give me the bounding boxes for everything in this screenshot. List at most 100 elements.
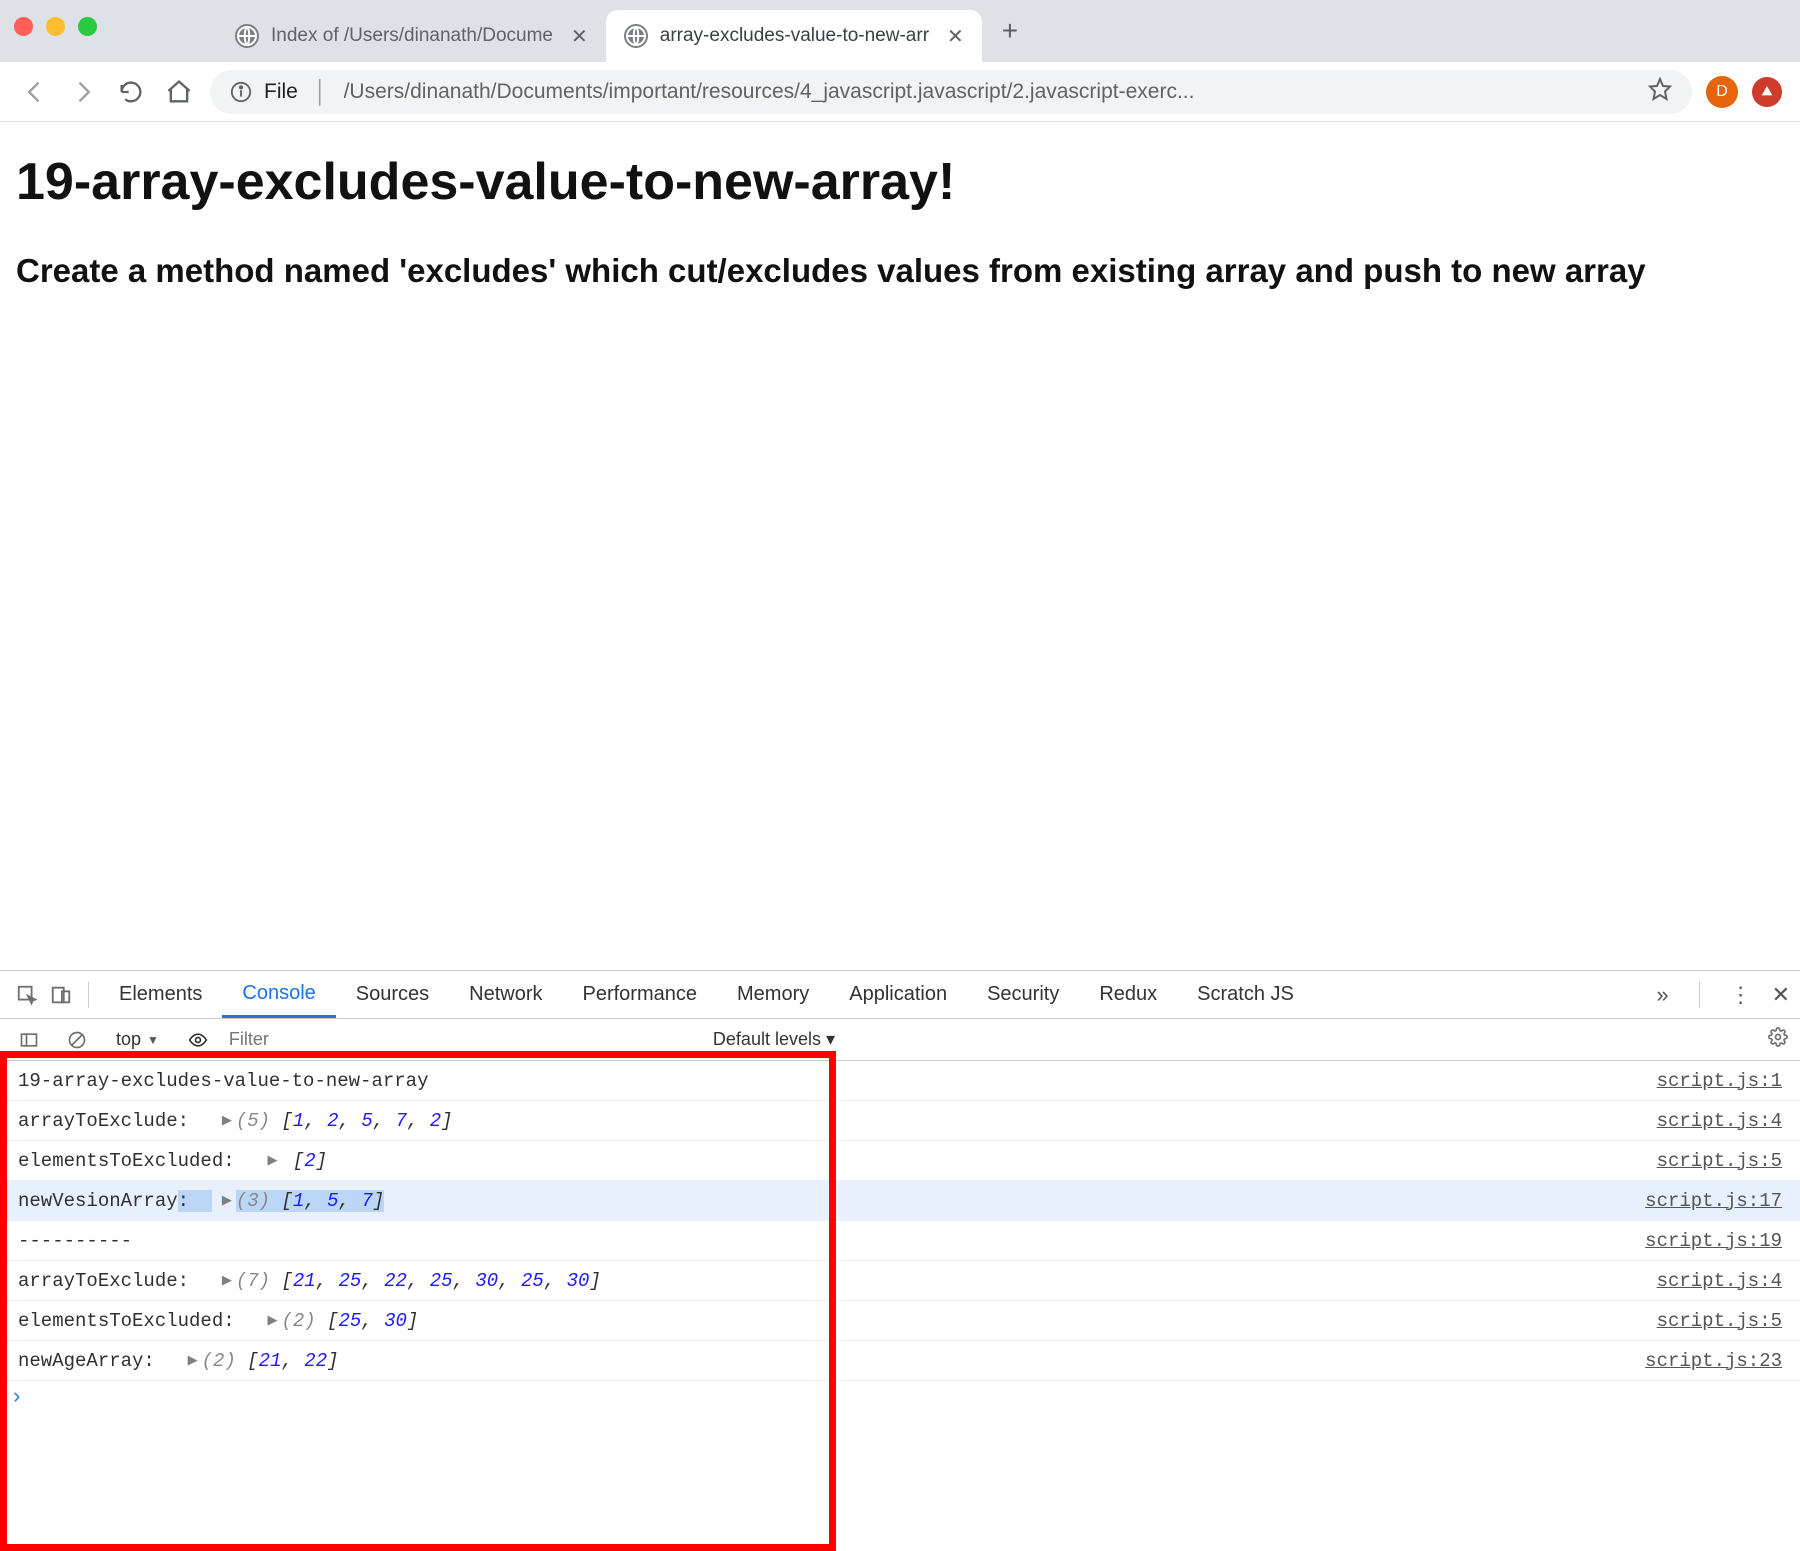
log-array-length: (2) — [281, 1310, 315, 1332]
console-log-row[interactable]: arrayToExclude: ▶ (5) [1, 2, 5, 7, 2] scri… — [0, 1101, 1800, 1141]
expand-triangle-icon[interactable]: ▶ — [222, 1113, 232, 1128]
log-source-link[interactable]: script.js:23 — [1645, 1350, 1782, 1372]
devtools-overflow: » ⋮ ✕ — [1656, 982, 1790, 1008]
log-array-length: (3) — [236, 1190, 270, 1212]
clear-console-icon[interactable] — [60, 1030, 94, 1050]
page-content: 19-array-excludes-value-to-new-array! Cr… — [0, 122, 1800, 324]
log-array-length: (2) — [202, 1350, 236, 1372]
log-message-label: elementsToExcluded: — [18, 1310, 257, 1332]
log-array-preview: [2] — [281, 1150, 327, 1172]
extension-icon[interactable] — [1752, 77, 1782, 107]
home-button[interactable] — [162, 75, 196, 109]
expand-triangle-icon[interactable]: ▶ — [267, 1153, 277, 1168]
close-icon[interactable]: ✕ — [947, 24, 964, 49]
console-log-row[interactable]: arrayToExclude: ▶ (7) [21, 25, 22, 25, 30… — [0, 1261, 1800, 1301]
expand-triangle-icon[interactable]: ▶ — [222, 1193, 232, 1208]
profile-avatar[interactable]: D — [1706, 76, 1738, 108]
globe-icon — [624, 24, 648, 48]
log-source-link[interactable]: script.js:5 — [1657, 1150, 1782, 1172]
log-array-preview: [1, 2, 5, 7, 2] — [270, 1110, 453, 1132]
console-log-row[interactable]: 19-array-excludes-value-to-new-array scri… — [0, 1061, 1800, 1101]
console-log-row[interactable]: ---------- script.js:19 — [0, 1221, 1800, 1261]
log-source-link[interactable]: script.js:17 — [1645, 1190, 1782, 1212]
log-source-link[interactable]: script.js:19 — [1645, 1230, 1782, 1252]
url-separator: │ — [310, 79, 332, 105]
console-log-row[interactable]: elementsToExcluded: ▶ [2] script.js:5 — [0, 1141, 1800, 1181]
tab-security[interactable]: Security — [967, 971, 1079, 1018]
log-source-link[interactable]: script.js:5 — [1657, 1310, 1782, 1332]
close-window-button[interactable] — [14, 17, 33, 36]
device-toolbar-icon[interactable] — [44, 984, 78, 1006]
divider — [1699, 982, 1700, 1008]
console-output: 19-array-excludes-value-to-new-array scri… — [0, 1061, 1800, 1550]
log-message-label: arrayToExclude: — [18, 1110, 212, 1132]
log-message-label: ---------- — [18, 1230, 132, 1252]
browser-tab[interactable]: Index of /Users/dinanath/Docume ✕ — [217, 10, 606, 62]
inspect-element-icon[interactable] — [10, 984, 44, 1006]
info-icon[interactable] — [230, 81, 252, 103]
close-devtools-icon[interactable]: ✕ — [1772, 982, 1790, 1008]
log-source-link[interactable]: script.js:1 — [1657, 1070, 1782, 1092]
log-array-preview: [21, 25, 22, 25, 30, 25, 30] — [270, 1270, 601, 1292]
expand-triangle-icon[interactable]: ▶ — [188, 1353, 198, 1368]
reload-button[interactable] — [114, 75, 148, 109]
tab-console[interactable]: Console — [222, 971, 335, 1018]
log-message-label: 19-array-excludes-value-to-new-array — [18, 1070, 428, 1092]
log-message-label: newAgeArray: — [18, 1350, 178, 1372]
bookmark-star-icon[interactable] — [1648, 77, 1672, 107]
log-message-label: elementsToExcluded: — [18, 1150, 257, 1172]
log-array-preview: [25, 30] — [316, 1310, 419, 1332]
log-source-link[interactable]: script.js:4 — [1657, 1110, 1782, 1132]
tab-application[interactable]: Application — [829, 971, 967, 1018]
console-prompt[interactable]: › — [0, 1381, 1800, 1414]
log-level-selector[interactable]: Default levels ▾ — [713, 1029, 835, 1050]
log-array-length: (7) — [236, 1270, 270, 1292]
log-array-length: (5) — [236, 1110, 270, 1132]
close-icon[interactable]: ✕ — [571, 24, 588, 49]
log-array-preview: [21, 22] — [236, 1350, 339, 1372]
console-log-row[interactable]: newAgeArray: ▶ (2) [21, 22] script.js:23 — [0, 1341, 1800, 1381]
tab-redux[interactable]: Redux — [1079, 971, 1177, 1018]
tab-title: array-excludes-value-to-new-arr — [660, 25, 929, 47]
tab-elements[interactable]: Elements — [99, 971, 222, 1018]
tab-memory[interactable]: Memory — [717, 971, 829, 1018]
new-tab-button[interactable]: + — [982, 15, 1038, 47]
page-subheading: Create a method named 'excludes' which c… — [16, 248, 1784, 294]
browser-tab-strip: Index of /Users/dinanath/Docume ✕ array-… — [0, 0, 1800, 62]
url-scheme: File — [264, 80, 298, 104]
back-button[interactable] — [18, 75, 52, 109]
forward-button[interactable] — [66, 75, 100, 109]
tab-performance[interactable]: Performance — [563, 971, 718, 1018]
log-array-preview: [1, 5, 7] — [270, 1190, 384, 1212]
browser-tab-active[interactable]: array-excludes-value-to-new-arr ✕ — [606, 10, 982, 62]
tab-title: Index of /Users/dinanath/Docume — [271, 25, 553, 47]
console-log-row[interactable]: elementsToExcluded: ▶ (2) [25, 30] script.… — [0, 1301, 1800, 1341]
url-path: /Users/dinanath/Documents/important/reso… — [344, 80, 1636, 104]
gear-icon[interactable] — [1768, 1027, 1788, 1052]
context-selector[interactable]: top ▼ — [108, 1027, 167, 1052]
tab-sources[interactable]: Sources — [336, 971, 449, 1018]
tab-network[interactable]: Network — [449, 971, 562, 1018]
address-bar[interactable]: File │ /Users/dinanath/Documents/importa… — [210, 70, 1692, 114]
divider — [88, 982, 89, 1008]
devtools-panel: Elements Console Sources Network Perform… — [0, 970, 1800, 1550]
page-heading: 19-array-excludes-value-to-new-array! — [16, 152, 1784, 212]
browser-toolbar: File │ /Users/dinanath/Documents/importa… — [0, 62, 1800, 122]
log-source-link[interactable]: script.js:4 — [1657, 1270, 1782, 1292]
minimize-window-button[interactable] — [46, 17, 65, 36]
tab-scratchjs[interactable]: Scratch JS — [1177, 971, 1314, 1018]
globe-icon — [235, 24, 259, 48]
maximize-window-button[interactable] — [78, 17, 97, 36]
console-toolbar: top ▼ Default levels ▾ — [0, 1019, 1800, 1061]
chevron-down-icon: ▼ — [147, 1033, 159, 1047]
context-label: top — [116, 1029, 141, 1050]
expand-triangle-icon[interactable]: ▶ — [222, 1273, 232, 1288]
sidebar-toggle-icon[interactable] — [12, 1030, 46, 1050]
console-filter-input[interactable] — [229, 1029, 489, 1050]
live-expression-icon[interactable] — [181, 1030, 215, 1050]
more-tabs-icon[interactable]: » — [1656, 982, 1668, 1008]
console-log-row[interactable]: newVesionArray: ▶(3) [1, 5, 7]script.js:… — [0, 1181, 1800, 1221]
expand-triangle-icon[interactable]: ▶ — [267, 1313, 277, 1328]
log-message-label: arrayToExclude: — [18, 1270, 212, 1292]
kebab-menu-icon[interactable]: ⋮ — [1730, 982, 1752, 1008]
